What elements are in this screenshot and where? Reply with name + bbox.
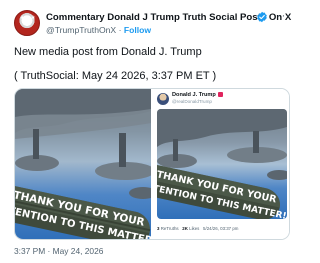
embedded-stats: 3 ReTruths 2K Likes 5/24/26, 03:37 pm — [157, 226, 238, 231]
tweet-card: ★★★ Commentary Donald J Trump Truth Soci… — [0, 0, 300, 263]
post-source-timestamp: ( TruthSocial: May 24 2026, 3:37 PM ET ) — [14, 70, 217, 82]
embedded-photo-bomb: THANK YOU FOR YOUR ATTENTION TO THIS MAT… — [157, 109, 287, 219]
author-handle[interactable]: @TrumpTruthOnX — [46, 25, 116, 35]
bomb-illustration-left: THANK YOU FOR YOUR ATTENTION TO THIS MAT… — [15, 89, 151, 239]
follow-button[interactable]: Follow — [124, 25, 151, 35]
retruths-label: ReTruths — [160, 226, 179, 231]
author-avatar[interactable]: ★★★ — [14, 10, 40, 36]
media-attachment[interactable]: THANK YOU FOR YOUR ATTENTION TO THIS MAT… — [14, 88, 290, 240]
media-photo-bomb[interactable]: THANK YOU FOR YOUR ATTENTION TO THIS MAT… — [15, 89, 151, 239]
embedded-author-name: Donald J. Trump — [172, 92, 223, 98]
retruths-count: 3 — [157, 226, 160, 231]
post-text: New media post from Donald J. Trump — [14, 46, 202, 58]
bomb-illustration-right: THANK YOU FOR YOUR ATTENTION TO THIS MAT… — [157, 109, 287, 219]
verified-badge-icon — [257, 11, 267, 23]
embedded-badge-icon — [217, 92, 223, 98]
avatar-stars-decoration: ★★★ — [20, 15, 36, 21]
embedded-author-handle: @realDonaldTrump — [172, 99, 212, 104]
likes-label: Likes — [189, 226, 200, 231]
more-options-icon[interactable]: ··· — [277, 10, 291, 22]
embedded-date: 5/24/26, 03:37 pm — [203, 226, 239, 231]
post-meta-timestamp[interactable]: 3:37 PM · May 24, 2026 — [14, 246, 103, 256]
embedded-avatar — [157, 93, 169, 105]
handle-separator: · — [118, 25, 122, 35]
author-display-name[interactable]: Commentary Donald J Trump Truth Social P… — [46, 12, 291, 23]
handle-row: @TrumpTruthOnX · Follow — [46, 25, 151, 35]
embedded-truth-card[interactable]: Donald J. Trump @realDonaldTrump THANK Y… — [153, 89, 289, 239]
likes-count: 2K — [182, 226, 188, 231]
embedded-author-name-text: Donald J. Trump — [172, 92, 216, 98]
